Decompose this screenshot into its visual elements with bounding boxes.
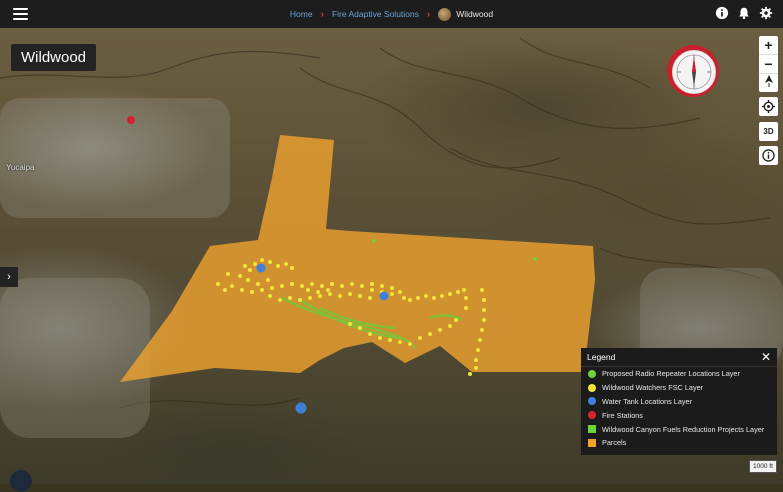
compass-needle-icon bbox=[676, 54, 712, 90]
breadcrumb-current-label: Wildwood bbox=[456, 9, 494, 19]
side-panel-toggle[interactable]: › bbox=[0, 267, 18, 287]
map-title: Wildwood bbox=[11, 44, 97, 71]
zoom-out-button[interactable]: − bbox=[759, 55, 778, 74]
breadcrumb: Home › Fire Adaptive Solutions › Wildwoo… bbox=[0, 0, 783, 28]
chevron-right-icon: › bbox=[7, 271, 11, 283]
legend-item[interactable]: Fire Stations bbox=[581, 408, 777, 422]
legend-item[interactable]: Wildwood Canyon Fuels Reduction Projects… bbox=[581, 422, 777, 436]
legend-item[interactable]: Proposed Radio Repeater Locations Layer bbox=[581, 367, 777, 381]
top-nav-bar: Home › Fire Adaptive Solutions › Wildwoo… bbox=[0, 0, 783, 28]
legend-header: Legend ✕ bbox=[581, 348, 777, 367]
compass-face bbox=[672, 50, 716, 94]
legend-swatch bbox=[588, 369, 596, 378]
map-info-button[interactable] bbox=[759, 146, 778, 165]
fire-station-points[interactable] bbox=[127, 116, 135, 124]
legend-title: Legend bbox=[587, 352, 616, 362]
legend-list: Proposed Radio Repeater Locations Layer … bbox=[581, 367, 777, 450]
chevron-right-icon: › bbox=[426, 8, 431, 20]
project-avatar bbox=[438, 7, 452, 21]
locate-button[interactable] bbox=[759, 97, 778, 116]
top-icon-group bbox=[715, 6, 773, 20]
legend-swatch bbox=[588, 397, 596, 406]
legend-swatch bbox=[588, 411, 596, 420]
zoom-controls: + − bbox=[759, 36, 778, 92]
compass-widget[interactable] bbox=[667, 45, 719, 97]
legend-item-label: Parcels bbox=[602, 438, 627, 448]
toggle-3d-button[interactable]: 3D bbox=[759, 122, 778, 141]
info-icon bbox=[762, 149, 775, 162]
legend-item[interactable]: Parcels bbox=[581, 436, 777, 450]
close-icon[interactable]: ✕ bbox=[761, 350, 771, 364]
legend-item-label: Wildwood Canyon Fuels Reduction Projects… bbox=[602, 424, 765, 434]
breadcrumb-home-link[interactable]: Home bbox=[290, 9, 313, 19]
zoom-in-button[interactable]: + bbox=[759, 36, 778, 55]
info-icon[interactable] bbox=[715, 6, 729, 20]
legend-item[interactable]: Water Tank Locations Layer bbox=[581, 395, 777, 409]
chevron-right-icon: › bbox=[320, 8, 324, 20]
legend-item[interactable]: Wildwood Watchers FSC Layer bbox=[581, 381, 777, 395]
legend-swatch bbox=[588, 383, 596, 392]
scale-bar: 1000 ft bbox=[749, 460, 777, 473]
breadcrumb-org-link[interactable]: Fire Adaptive Solutions bbox=[332, 9, 419, 19]
place-label-yucaipa: Yucaipa bbox=[6, 163, 35, 172]
legend-panel: Legend ✕ Proposed Radio Repeater Locatio… bbox=[581, 348, 777, 455]
legend-item-label: Proposed Radio Repeater Locations Layer bbox=[602, 369, 740, 379]
legend-item-label: Wildwood Watchers FSC Layer bbox=[602, 383, 704, 393]
map-attribution-button[interactable] bbox=[10, 470, 32, 492]
north-arrow-icon bbox=[764, 75, 773, 87]
legend-item-label: Fire Stations bbox=[602, 410, 643, 420]
legend-item-label: Water Tank Locations Layer bbox=[602, 396, 693, 406]
reset-north-button[interactable] bbox=[759, 74, 778, 92]
legend-swatch bbox=[588, 425, 596, 434]
crosshair-icon bbox=[762, 100, 775, 113]
gear-icon[interactable] bbox=[759, 6, 773, 20]
legend-swatch bbox=[588, 438, 596, 447]
breadcrumb-current: Wildwood bbox=[438, 7, 494, 21]
bell-icon[interactable] bbox=[737, 6, 751, 20]
